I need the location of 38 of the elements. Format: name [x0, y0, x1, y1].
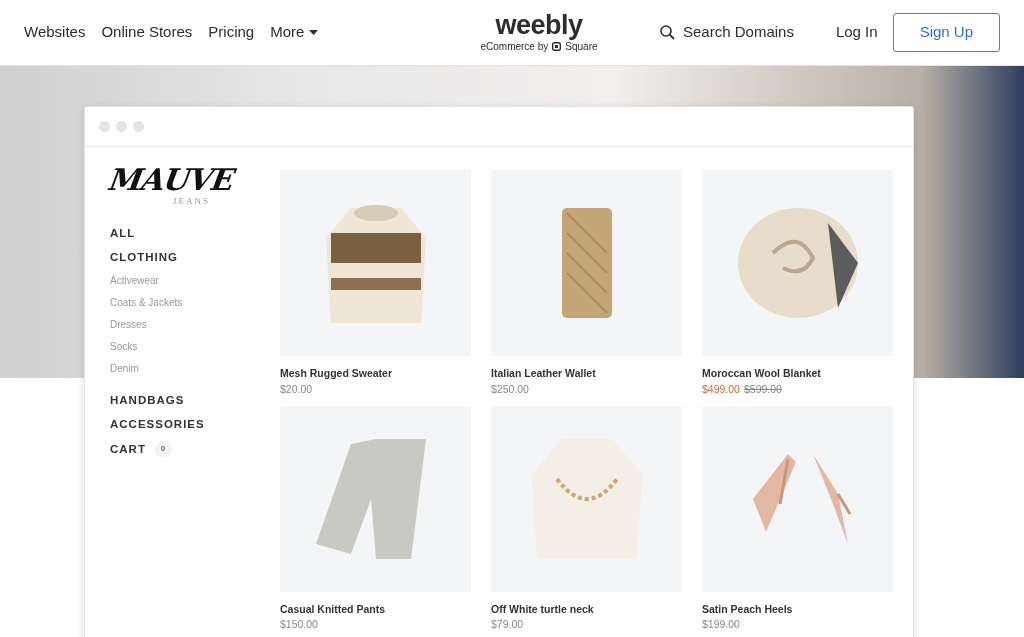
- login-link[interactable]: Log In: [835, 21, 878, 44]
- store-menu-item[interactable]: CLOTHING: [110, 248, 179, 266]
- product-photo[interactable]: [702, 170, 893, 356]
- square-logo-icon: [552, 41, 562, 51]
- product-price: $20.00: [280, 382, 313, 395]
- store-menu-item[interactable]: ACCESSORIES: [110, 416, 205, 434]
- product-name[interactable]: Satin Peach Heels: [702, 601, 893, 618]
- original-price: $599.00: [743, 382, 782, 395]
- product-price: $79.00: [491, 618, 524, 631]
- product-name[interactable]: Moroccan Wool Blanket: [702, 366, 893, 382]
- nav-link[interactable]: Websites: [24, 21, 86, 44]
- window-dot: [116, 121, 127, 132]
- product-name[interactable]: Italian Leather Wallet: [491, 366, 682, 382]
- product-price: $250.00: [491, 382, 529, 395]
- logo-wordmark[interactable]: weebly: [495, 11, 583, 39]
- search-domains-link[interactable]: Search Domains: [660, 21, 794, 44]
- store-menu-item[interactable]: CART: [110, 440, 146, 458]
- store-logo[interactable]: MAUVE: [107, 165, 283, 195]
- store-menu-item[interactable]: ALL: [110, 224, 136, 242]
- store-menu-item[interactable]: HANDBAGS: [110, 392, 185, 410]
- store-logo-subtitle: JEANS: [173, 195, 211, 208]
- sale-price: $499.00: [702, 382, 740, 395]
- nav-link[interactable]: Pricing: [208, 21, 255, 44]
- product-price: $150.00: [280, 618, 318, 631]
- search-icon: [660, 25, 675, 40]
- product-price: $199.00: [702, 618, 740, 631]
- product-name[interactable]: Casual Knitted Pants: [280, 601, 471, 618]
- product-photo[interactable]: [280, 170, 471, 356]
- cart-count: 0: [154, 440, 172, 458]
- nav-link[interactable]: More: [270, 21, 319, 44]
- window-dot: [99, 121, 110, 132]
- nav-link[interactable]: Online Stores: [101, 21, 193, 44]
- product-name[interactable]: Off White turtle neck: [491, 601, 682, 618]
- logo-tagline: Square: [565, 40, 598, 54]
- window-dot: [133, 121, 144, 132]
- product-name[interactable]: Mesh Rugged Sweater: [280, 366, 471, 382]
- logo-tagline: eCommerce by: [480, 40, 549, 54]
- sign-up-button[interactable]: Sign Up: [892, 13, 1000, 52]
